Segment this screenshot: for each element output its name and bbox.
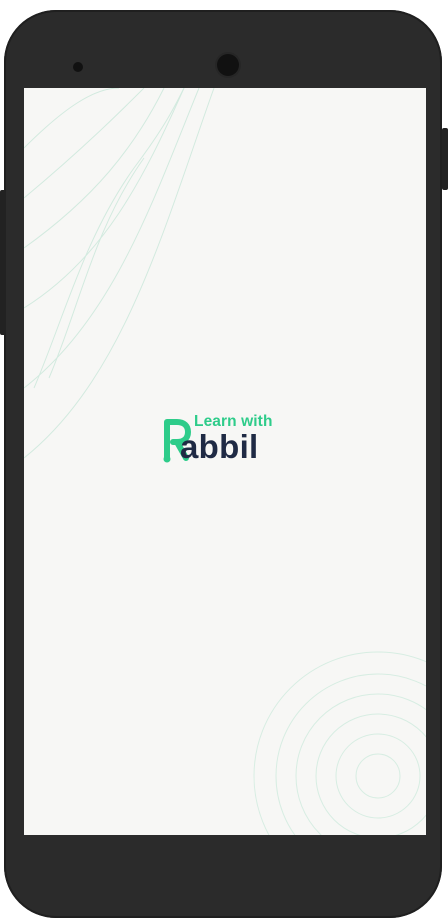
logo-wordmark: abbil — [180, 428, 259, 465]
volume-button[interactable] — [0, 190, 6, 335]
power-button[interactable] — [442, 128, 448, 190]
front-camera — [217, 54, 239, 76]
splash-screen: Learn with abbil — [24, 88, 426, 835]
front-sensor — [73, 62, 83, 72]
app-logo: Learn with abbil — [161, 410, 301, 470]
